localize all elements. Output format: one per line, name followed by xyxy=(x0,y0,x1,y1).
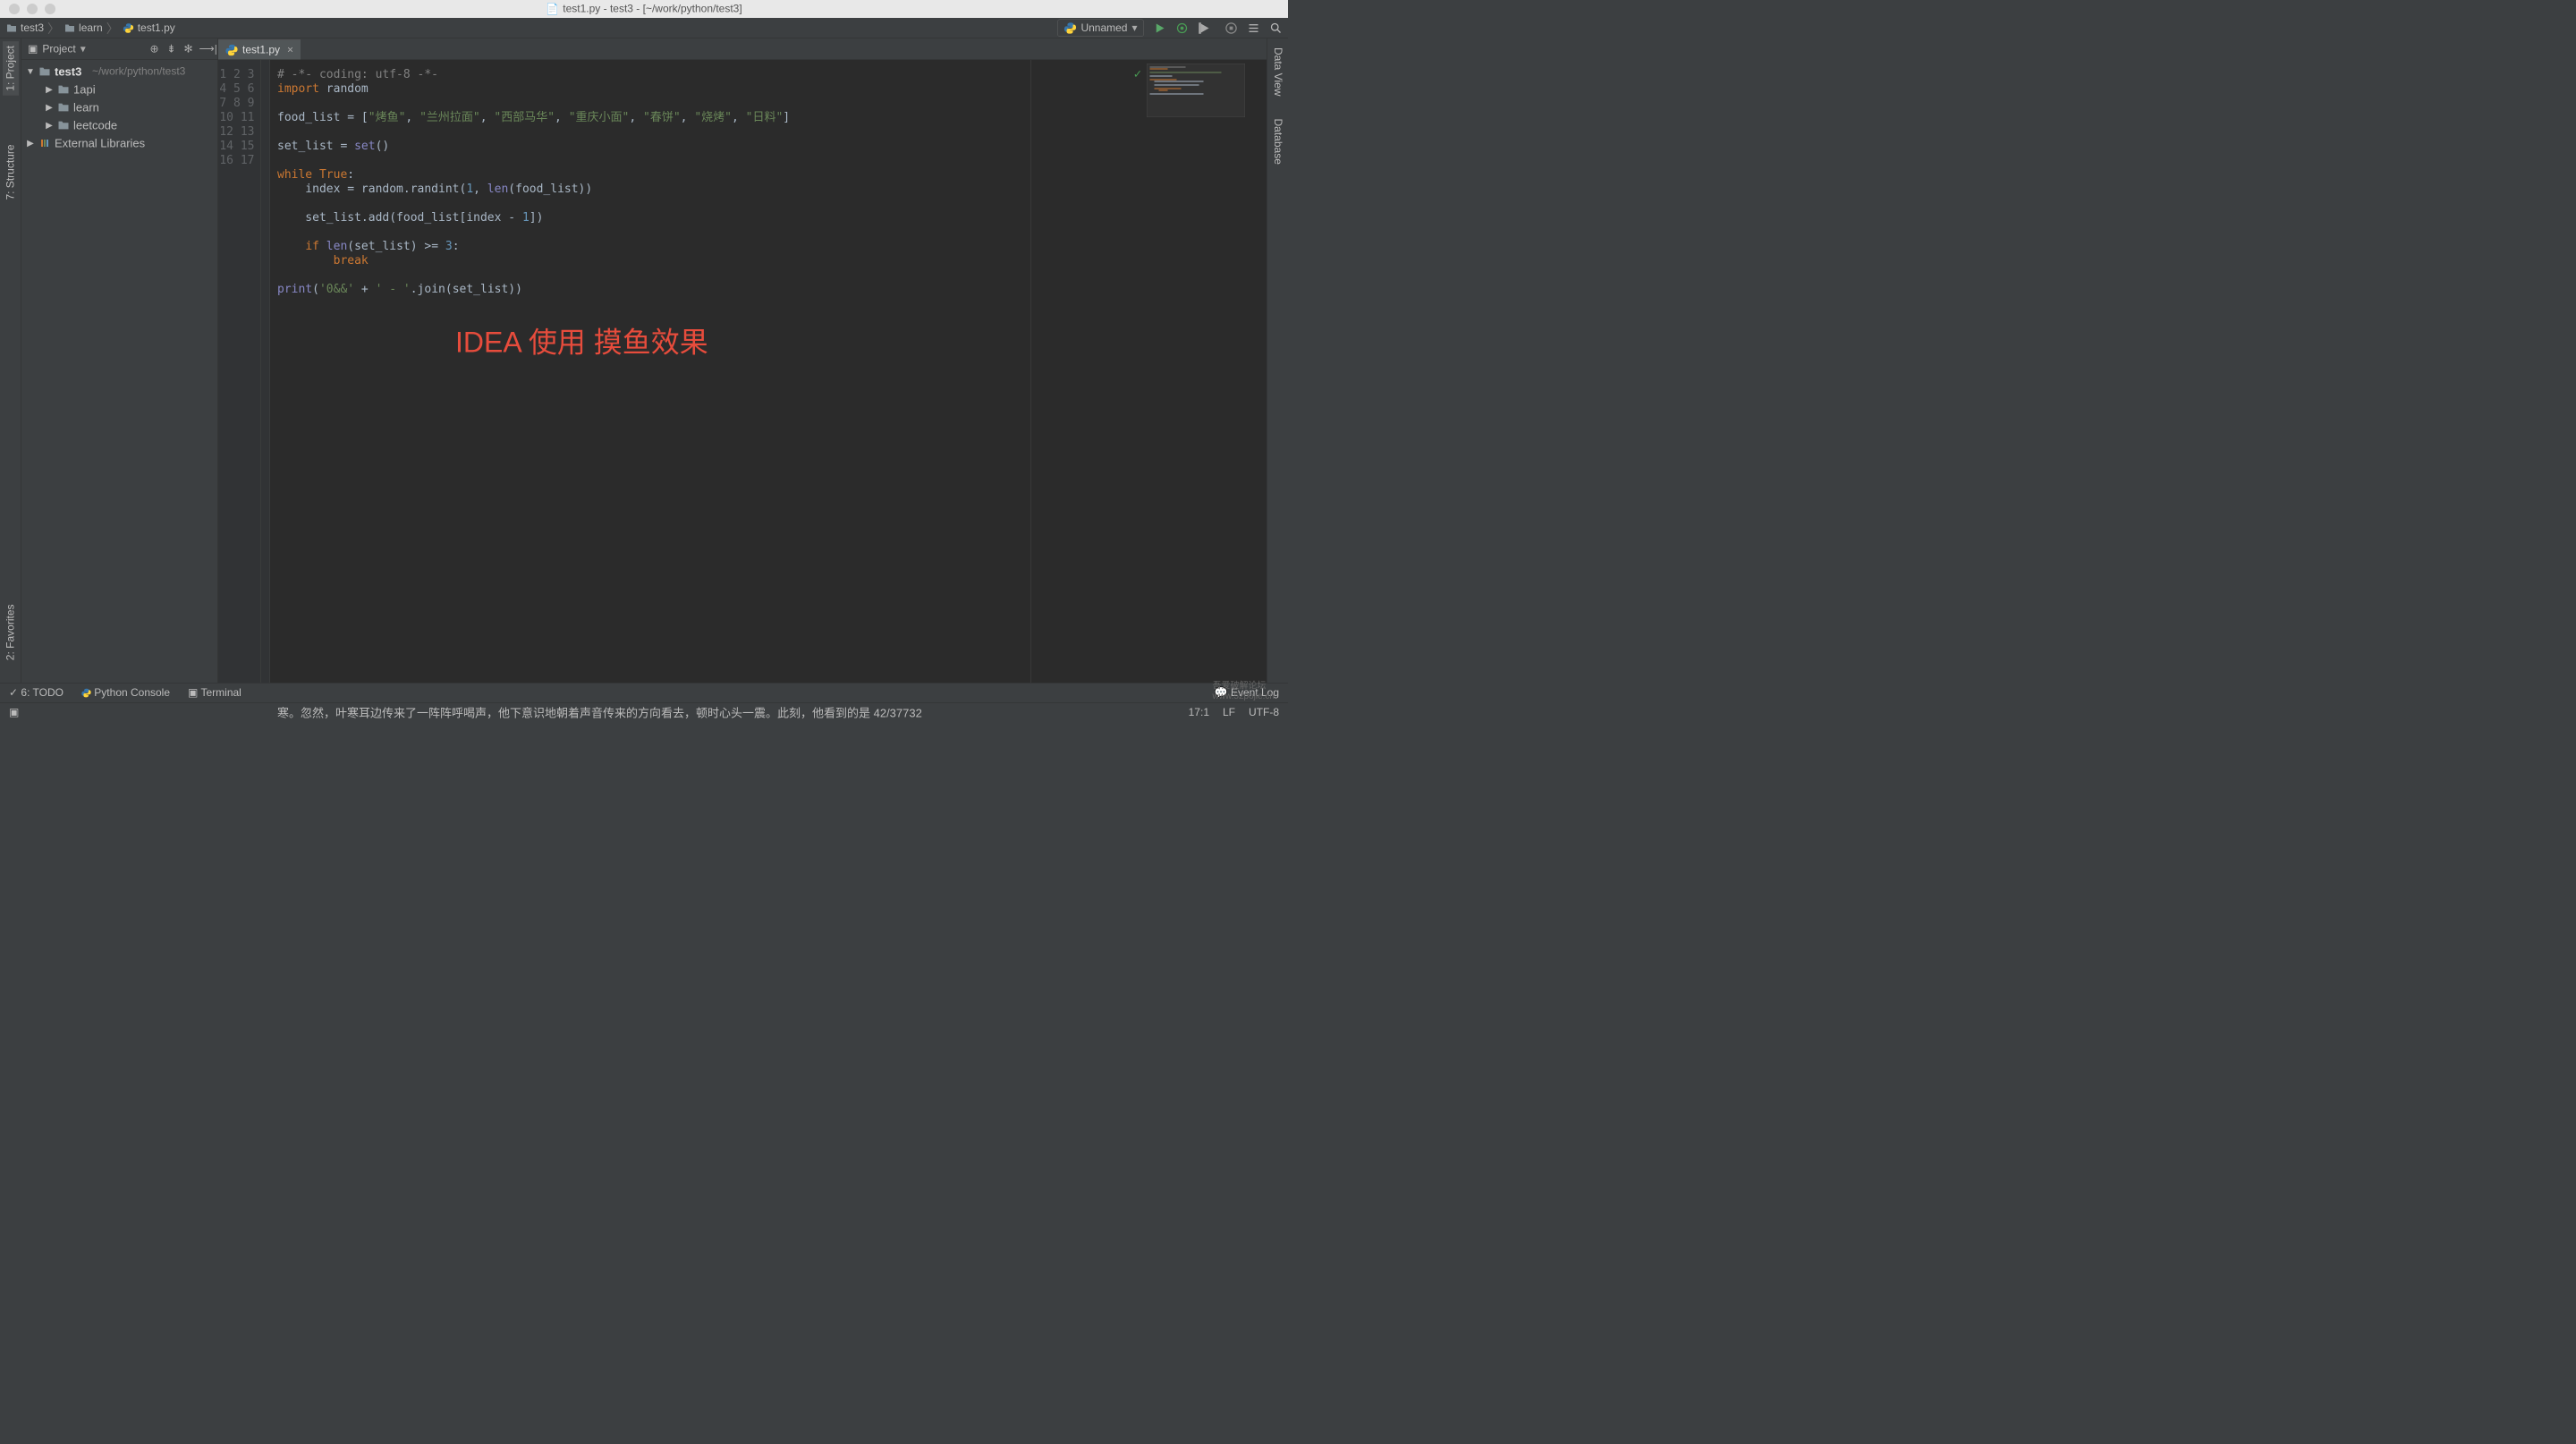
project-view-icon: ▣ xyxy=(28,43,38,56)
status-message: 寒。忽然，叶寒耳边传来了一阵阵呼喝声，他下意识地朝着声音传来的方向看去，顿时心头… xyxy=(277,704,1064,721)
line-number-gutter[interactable]: 1 2 3 4 5 6 7 8 9 10 11 12 13 14 15 16 1… xyxy=(218,60,261,683)
editor-tab-test1[interactable]: test1.py × xyxy=(218,40,301,60)
project-tool-window: ▣ Project ▾ ⊕ ⇟ ✻ ⟶| ▼test3 ~/work/pytho… xyxy=(21,38,218,683)
chevron-down-icon: ▾ xyxy=(1131,21,1137,35)
scroll-from-source-icon[interactable]: ⊕ xyxy=(148,43,161,56)
run-configuration-selector[interactable]: Unnamed ▾ xyxy=(1057,20,1144,38)
collapse-all-icon[interactable]: ⇟ xyxy=(165,43,178,56)
window-close-dot[interactable] xyxy=(9,4,20,14)
close-tab-icon[interactable]: × xyxy=(287,44,293,56)
code-minimap[interactable] xyxy=(1147,64,1245,117)
project-title: Project xyxy=(42,43,75,55)
breadcrumb-item[interactable]: test3 xyxy=(5,21,44,34)
editor-area: test1.py × 1 2 3 4 5 6 7 8 9 10 11 12 13… xyxy=(218,38,1267,683)
tree-external-libs[interactable]: ▶External Libraries xyxy=(21,134,218,152)
breadcrumb-item[interactable]: learn xyxy=(64,21,103,34)
watermark: 吾爱破解论坛www.52pojie.cn xyxy=(1213,678,1275,701)
tree-folder[interactable]: ▶1api xyxy=(21,81,218,98)
right-tool-stripe: Data View Database xyxy=(1267,38,1288,683)
tree-folder[interactable]: ▶leetcode xyxy=(21,116,218,134)
right-margin-line xyxy=(1030,60,1031,683)
project-tree[interactable]: ▼test3 ~/work/python/test3▶1api▶learn▶le… xyxy=(21,60,218,155)
editor-gutter[interactable] xyxy=(261,60,270,683)
editor-tabs: test1.py × xyxy=(218,38,1267,60)
file-icon: 📄 xyxy=(546,3,559,16)
annotation-overlay: IDEA 使用 摸鱼效果 xyxy=(455,319,708,361)
tool-window-python-console[interactable]: Python Console xyxy=(81,686,170,699)
settings-icon[interactable]: ✻ xyxy=(182,43,195,56)
bottom-tool-stripe: ✓ 6: TODO Python Console ▣ Terminal 💬 Ev… xyxy=(0,683,1288,702)
python-icon xyxy=(225,44,238,56)
debug-button[interactable] xyxy=(1175,21,1189,35)
chevron-down-icon[interactable]: ▾ xyxy=(80,43,86,56)
tool-window-data-view[interactable]: Data View xyxy=(1269,43,1285,100)
window-zoom-dot[interactable] xyxy=(45,4,55,14)
code-editor[interactable]: # -*- coding: utf-8 -*- import random fo… xyxy=(270,60,1267,683)
breadcrumbs[interactable]: test3〉learn〉test1.py xyxy=(5,19,175,37)
tool-windows-toggle-icon[interactable]: ▣ xyxy=(9,706,19,719)
inspection-ok-icon[interactable]: ✓ xyxy=(1134,66,1141,81)
update-project-button[interactable] xyxy=(1247,21,1260,35)
run-button[interactable] xyxy=(1153,21,1166,35)
macos-titlebar: 📄 test1.py - test3 - [~/work/python/test… xyxy=(0,0,1288,18)
hide-icon[interactable]: ⟶| xyxy=(199,43,212,56)
file-encoding[interactable]: UTF-8 xyxy=(1249,706,1279,718)
tool-window-database[interactable]: Database xyxy=(1269,114,1285,168)
status-bar: ▣ 寒。忽然，叶寒耳边传来了一阵阵呼喝声，他下意识地朝着声音传来的方向看去，顿时… xyxy=(0,702,1288,722)
python-icon xyxy=(1063,21,1076,34)
left-tool-stripe: 1: Project 7: Structure 2: Favorites xyxy=(0,38,21,683)
tree-root[interactable]: ▼test3 ~/work/python/test3 xyxy=(21,63,218,81)
line-separator[interactable]: LF xyxy=(1223,706,1235,718)
project-header: ▣ Project ▾ ⊕ ⇟ ✻ ⟶| xyxy=(21,38,218,60)
tool-window-favorites[interactable]: 2: Favorites xyxy=(3,599,19,665)
tool-window-project[interactable]: 1: Project xyxy=(3,41,19,96)
navigation-bar: test3〉learn〉test1.py Unnamed ▾ xyxy=(0,18,1288,38)
tool-window-terminal[interactable]: ▣ Terminal xyxy=(188,686,242,700)
breadcrumb-item[interactable]: test1.py xyxy=(123,21,175,34)
tree-folder[interactable]: ▶learn xyxy=(21,98,218,116)
window-minimize-dot[interactable] xyxy=(27,4,38,14)
search-everywhere-button[interactable] xyxy=(1269,21,1283,35)
tool-window-todo[interactable]: ✓ 6: TODO xyxy=(9,686,64,700)
stop-button[interactable] xyxy=(1224,21,1238,35)
caret-position[interactable]: 17:1 xyxy=(1189,706,1209,718)
tool-window-structure[interactable]: 7: Structure xyxy=(3,140,19,205)
window-title: 📄 test1.py - test3 - [~/work/python/test… xyxy=(546,3,741,16)
run-with-coverage-button[interactable] xyxy=(1198,21,1211,35)
